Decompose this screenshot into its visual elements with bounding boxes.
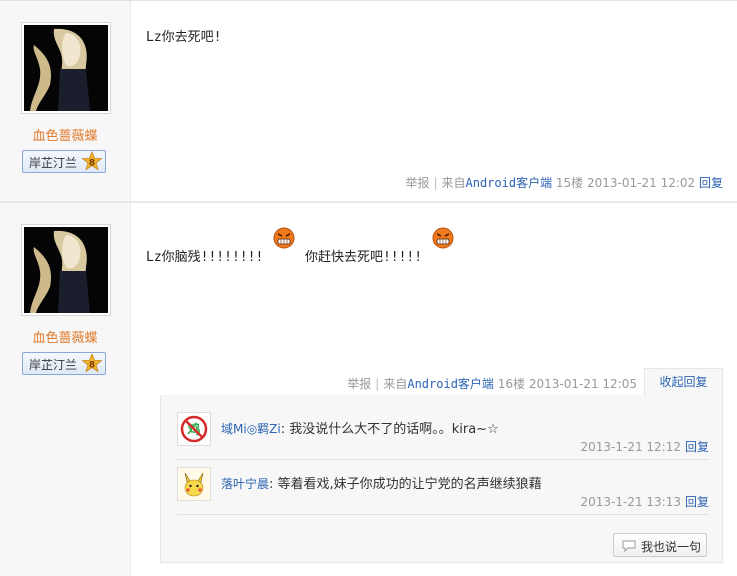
reply-content: 等着看戏,妹子你成功的让宁党的名声继续狼藉 (277, 477, 542, 492)
source-client[interactable]: Android客户端 (466, 176, 553, 190)
post-footer: 举报 | 来自Android客户端 15楼 2013-01-21 12:02 回复 (405, 176, 723, 190)
add-comment-button[interactable]: 我也说一句 (613, 533, 707, 557)
reply-link[interactable]: 回复 (685, 495, 709, 509)
reply-time: 2013-1-21 13:13 (580, 495, 681, 509)
author-sidebar: 血色蔷薇蝶 岸芷汀兰 8 (0, 203, 131, 576)
reply-list: 鸡 域Mi◎羁Zi: 我没说什么大不了的话啊。。kira~☆ 2013-1-21… (160, 395, 723, 563)
post-floor-15: 血色蔷薇蝶 岸芷汀兰 8 Lz你去死吧! 举报 | 来自Android客户端 15楼… (0, 1, 737, 201)
reply-text: 域Mi◎羁Zi: 我没说什么大不了的话啊。。kira~☆ (221, 422, 499, 437)
level-number: 8 (89, 361, 95, 371)
speech-bubble-icon (622, 540, 636, 552)
level-number: 8 (89, 159, 95, 169)
username[interactable]: 血色蔷薇蝶 (0, 327, 130, 346)
reply-meta: 2013-1-21 13:13 回复 (580, 493, 709, 510)
source-prefix: 来自 (441, 176, 466, 190)
post-content: Lz你脑残!!!!!!!! 你赶快去死吧!!!!! (146, 227, 456, 265)
post-time: 2013-01-21 12:05 (528, 377, 637, 391)
level-badge[interactable]: 岸芷汀兰 8 (22, 150, 106, 173)
reply-divider (177, 459, 709, 460)
add-comment-label: 我也说一句 (641, 540, 702, 554)
avatar-image (24, 25, 108, 111)
reply-text: 落叶宁晨: 等着看戏,妹子你成功的让宁党的名声继续狼藉 (221, 477, 542, 492)
angry-face-icon (273, 227, 295, 249)
author-sidebar: 血色蔷薇蝶 岸芷汀兰 8 (0, 1, 131, 201)
report-link[interactable]: 举报 (347, 377, 371, 391)
angry-face-icon (432, 227, 454, 249)
floor-number: 16楼 (497, 377, 526, 391)
level-star-icon: 8 (81, 353, 103, 373)
reply-time: 2013-1-21 12:12 (580, 440, 681, 454)
post-time: 2013-01-21 12:02 (587, 176, 696, 190)
post-footer: 举报 | 来自Android客户端 16楼 2013-01-21 12:05 (347, 377, 637, 391)
reply-meta: 2013-1-21 12:12 回复 (580, 438, 709, 455)
source-client[interactable]: Android客户端 (407, 377, 494, 391)
reply-avatar[interactable] (177, 467, 211, 501)
reply-divider (177, 514, 709, 515)
avatar[interactable] (21, 22, 111, 114)
username[interactable]: 血色蔷薇蝶 (0, 125, 130, 144)
report-link[interactable]: 举报 (405, 176, 429, 190)
level-star-icon: 8 (81, 151, 103, 171)
reply-username[interactable]: 域Mi◎羁Zi (221, 422, 281, 436)
reply-content: 我没说什么大不了的话啊。。kira~☆ (289, 422, 499, 437)
reply-link[interactable]: 回复 (685, 440, 709, 454)
collapse-replies-button[interactable]: 收起回复 (644, 368, 723, 396)
post-content: Lz你去死吧! (146, 30, 222, 45)
avatar-image (24, 227, 108, 313)
avatar[interactable] (21, 224, 111, 316)
badge-label: 岸芷汀兰 (29, 156, 78, 170)
reply-avatar[interactable]: 鸡 (177, 412, 211, 446)
reply-username[interactable]: 落叶宁晨 (221, 477, 269, 491)
reply-link[interactable]: 回复 (699, 176, 723, 190)
content-text-1: Lz你脑残!!!!!!!! (146, 250, 264, 265)
content-text-2: 你赶快去死吧!!!!! (304, 250, 423, 265)
level-badge[interactable]: 岸芷汀兰 8 (22, 352, 106, 375)
floor-number: 15楼 (555, 176, 584, 190)
badge-label: 岸芷汀兰 (29, 358, 78, 372)
post-floor-16: 血色蔷薇蝶 岸芷汀兰 8 Lz你脑残!!!!!!!! 你赶快去死吧!!!!! 举… (0, 203, 737, 576)
source-prefix: 来自 (383, 377, 408, 391)
